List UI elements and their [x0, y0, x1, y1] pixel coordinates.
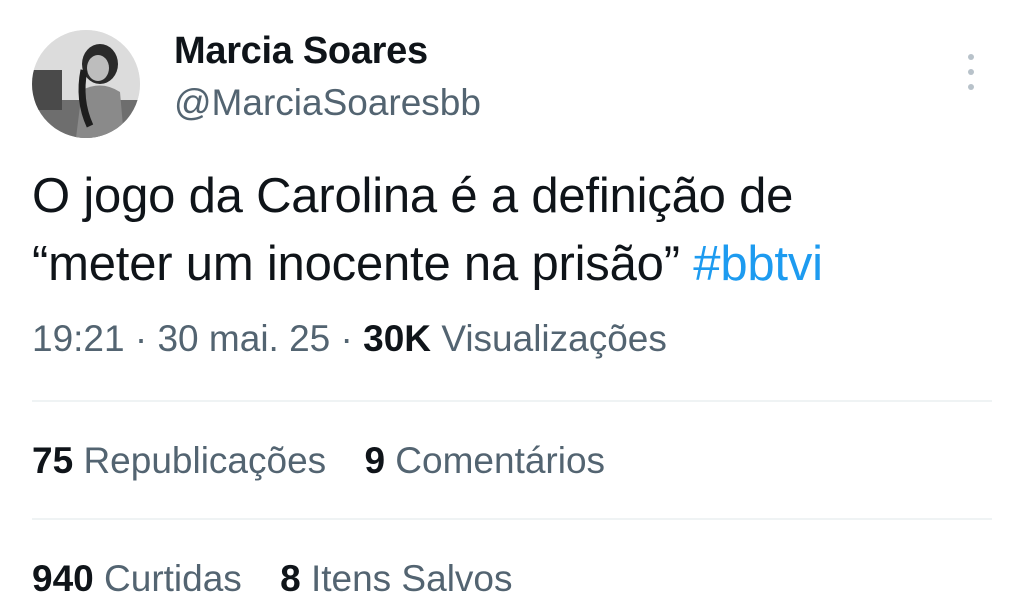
- reposts-stat[interactable]: 75 Republicações: [32, 440, 326, 481]
- meta-separator: ·: [340, 318, 353, 359]
- divider: [32, 400, 992, 402]
- bookmarks-stat[interactable]: 8 Itens Salvos: [280, 558, 512, 599]
- reposts-label: Republicações: [83, 440, 327, 481]
- profile-photo-icon: [32, 30, 140, 138]
- likes-stat[interactable]: 940 Curtidas: [32, 558, 242, 599]
- comments-count: 9: [364, 440, 386, 481]
- likes-label: Curtidas: [104, 558, 242, 599]
- more-options-icon[interactable]: [956, 54, 986, 90]
- tweet-date[interactable]: 30 mai. 25: [157, 318, 330, 359]
- comments-label: Comentários: [395, 440, 606, 481]
- avatar[interactable]: [32, 30, 140, 138]
- tweet-meta: 19:21 · 30 mai. 25 · 30K Visualizações: [32, 318, 667, 360]
- tweet-quote: “meter um inocente na prisão”: [32, 237, 680, 291]
- likes-count: 940: [32, 558, 94, 599]
- views-label: Visualizações: [441, 318, 667, 359]
- tweet-text-line-2: “meter um inocente na prisão” #bbtvi: [32, 230, 992, 298]
- stats-row-engagement: 75 Republicações 9 Comentários: [32, 440, 633, 482]
- author-display-name[interactable]: Marcia Soares: [174, 30, 428, 73]
- tweet-time[interactable]: 19:21: [32, 318, 125, 359]
- hashtag-link[interactable]: #bbtvi: [693, 237, 823, 291]
- comments-stat[interactable]: 9 Comentários: [364, 440, 605, 481]
- bookmarks-label: Itens Salvos: [310, 558, 513, 599]
- views-count: 30K: [363, 318, 432, 359]
- tweet-text-line-1: O jogo da Carolina é a definição de: [32, 169, 794, 223]
- meta-separator: ·: [134, 318, 148, 359]
- reposts-count: 75: [32, 440, 74, 481]
- stats-row-likes: 940 Curtidas 8 Itens Salvos: [32, 558, 541, 600]
- divider: [32, 518, 992, 520]
- bookmarks-count: 8: [280, 558, 301, 599]
- author-handle[interactable]: @MarciaSoaresbb: [174, 82, 481, 124]
- tweet-text: O jogo da Carolina é a definição de “met…: [32, 162, 992, 298]
